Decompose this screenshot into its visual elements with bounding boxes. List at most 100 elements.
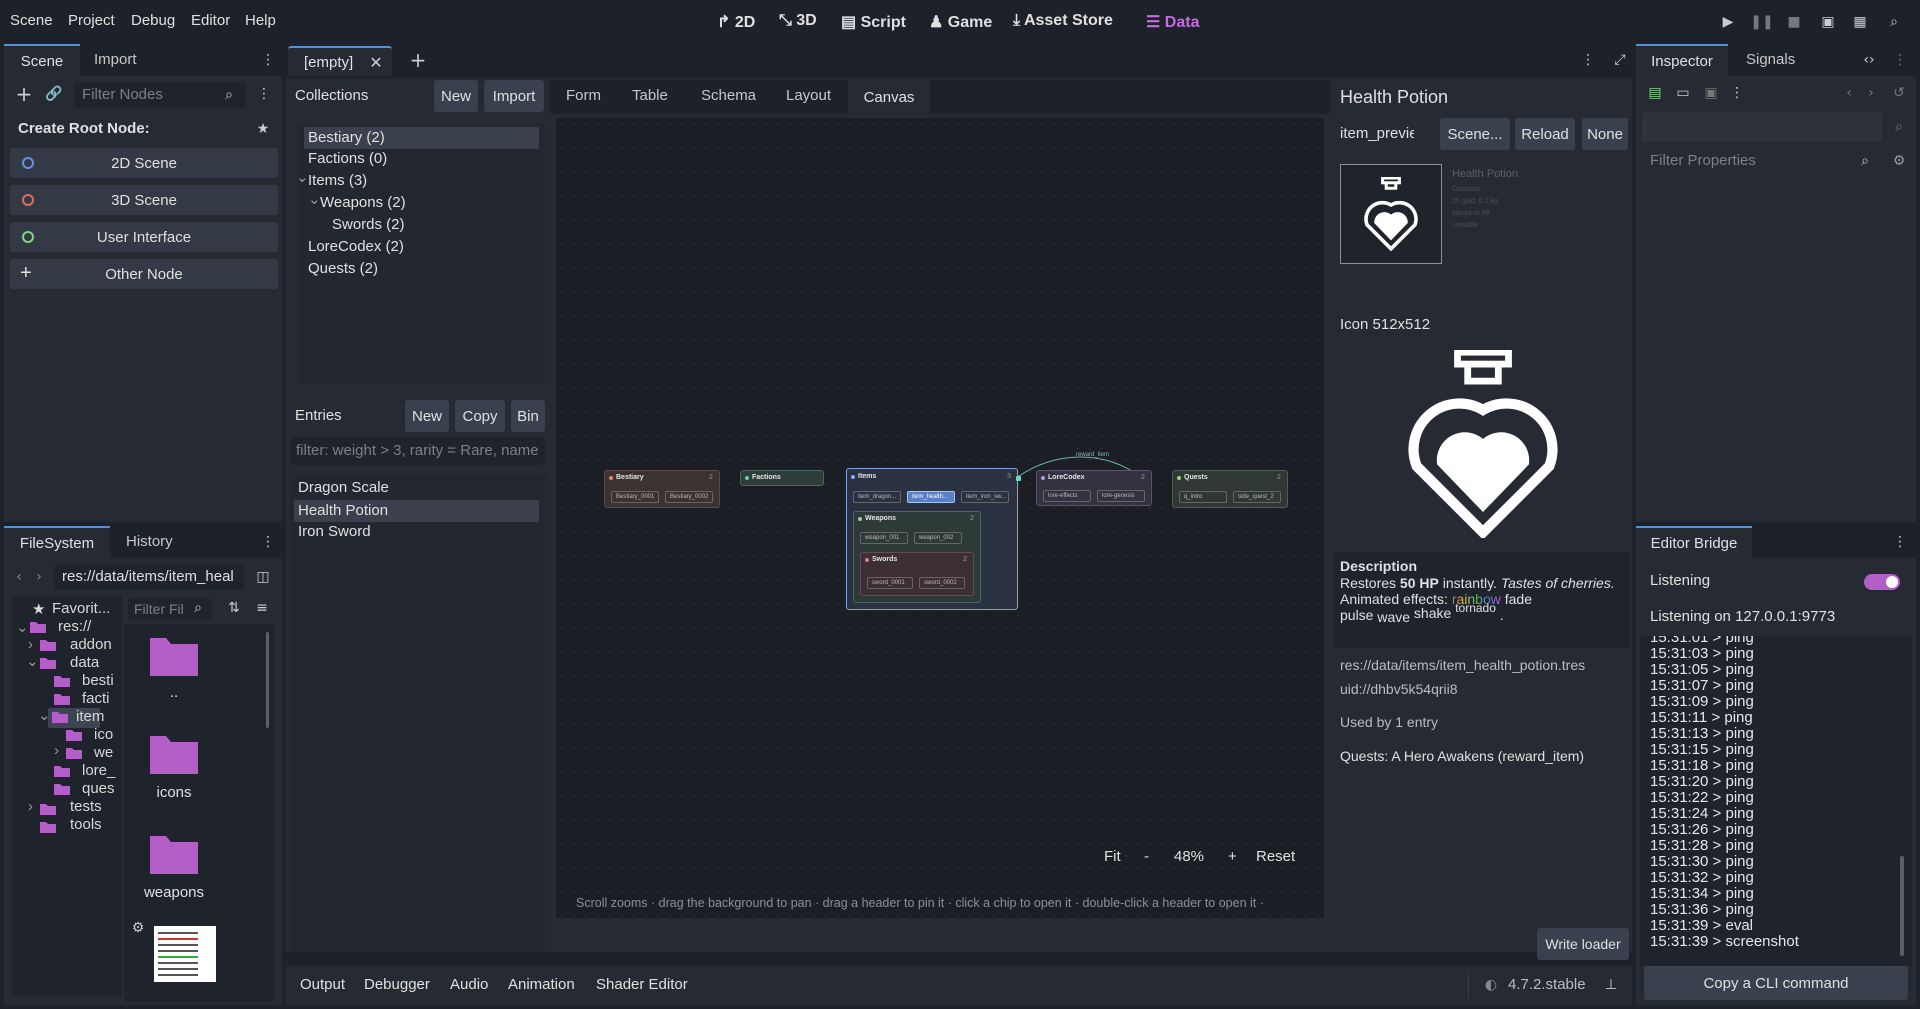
zoom-in-button[interactable]: +	[1228, 848, 1237, 865]
chip[interactable]: sword_0001	[867, 577, 913, 589]
fs-path-input[interactable]: res://data/items/item_heal	[54, 564, 244, 590]
fs-scrollbar[interactable]	[266, 632, 269, 728]
add-node-icon[interactable]: +	[14, 82, 34, 106]
grid-item-weapons[interactable]: weapons	[124, 820, 224, 910]
chip[interactable]: item_iron_sw...	[961, 491, 1009, 503]
list-view-icon[interactable]: ≡	[254, 600, 270, 616]
collection-factions[interactable]: Factions (0)	[308, 150, 387, 168]
node-factions[interactable]: Factions	[740, 470, 824, 486]
chip[interactable]: lore-effects	[1043, 490, 1091, 502]
pause-icon[interactable]: ❚❚	[1750, 12, 1773, 32]
tree-data[interactable]: data	[70, 654, 99, 671]
node-lorecodex[interactable]: LoreCodex 2 lore-effects lore-genesis	[1036, 470, 1152, 506]
grid-item-icons[interactable]: icons	[124, 720, 224, 810]
expand-icon[interactable]: ›	[28, 798, 33, 815]
collection-quests[interactable]: Quests (2)	[308, 260, 378, 278]
write-loader-button[interactable]: Write loader	[1537, 928, 1629, 960]
collection-swords[interactable]: Swords (2)	[332, 216, 405, 234]
listening-toggle[interactable]	[1864, 574, 1900, 590]
editor-tab-empty[interactable]: [empty] ✕	[288, 46, 392, 76]
tab-form[interactable]: Form	[566, 87, 601, 104]
chip[interactable]: q_intro	[1179, 491, 1227, 503]
tab-table[interactable]: Table	[632, 87, 668, 104]
menu-project[interactable]: Project	[68, 12, 115, 29]
tab-inspector[interactable]: Inspector	[1636, 44, 1728, 76]
expand-icon[interactable]: ⌄	[38, 706, 51, 724]
workspace-script[interactable]: ▤ Script	[841, 12, 906, 32]
dock-menu-icon[interactable]: ⋮	[1892, 532, 1908, 552]
node-quests[interactable]: Quests 2 q_intro side_quest_2	[1172, 470, 1288, 508]
expand-icon[interactable]: ⌄	[26, 652, 39, 670]
collection-bestiary[interactable]: Bestiary (2)	[304, 127, 539, 149]
reload-button[interactable]: Reload	[1515, 118, 1575, 150]
tree-lore[interactable]: lore_	[82, 762, 115, 779]
log-scrollbar[interactable]	[1900, 856, 1904, 956]
undo-history-icon[interactable]: ↺	[1890, 84, 1908, 102]
node-bestiary[interactable]: Bestiary 2 Bestiary_0001 Bestiary_0002	[604, 470, 720, 508]
3d-scene-button[interactable]: 3D Scene	[10, 185, 278, 215]
tree-addon[interactable]: addon	[70, 636, 112, 653]
chip[interactable]: Bestiary_0002	[665, 491, 713, 503]
chip[interactable]: lore-genesis	[1097, 490, 1145, 502]
node-items[interactable]: Items 3 item_dragon... item_health... it…	[846, 468, 1018, 610]
node-weapons[interactable]: Weapons 2 weapon_001 weapon_002 Swords 2…	[853, 511, 981, 603]
tree-tools[interactable]: tools	[70, 816, 102, 833]
dock-menu-icon[interactable]: ⋮	[260, 50, 276, 70]
copy-cli-command-button[interactable]: Copy a CLI command	[1644, 966, 1908, 1000]
chip[interactable]: Bestiary_0001	[611, 491, 659, 503]
tab-schema[interactable]: Schema	[701, 87, 756, 104]
tree-res[interactable]: res://	[58, 618, 91, 635]
tree-item[interactable]: item	[76, 708, 104, 725]
tab-shader-editor[interactable]: Shader Editor	[596, 976, 688, 993]
grid-item-parent[interactable]: ..	[124, 624, 224, 714]
chip-selected[interactable]: item_health...	[907, 491, 955, 503]
fs-menu-icon[interactable]: ⋮	[260, 532, 276, 552]
clapper-icon[interactable]: ▦	[1850, 12, 1870, 32]
menu-debug[interactable]: Debug	[131, 12, 175, 29]
sort-icon[interactable]: ⇅	[226, 600, 242, 616]
history-forward-icon[interactable]: ›	[1864, 84, 1878, 102]
play-icon[interactable]: ▶	[1718, 12, 1738, 32]
workspace-2d[interactable]: ↱ 2D	[717, 12, 755, 32]
copy-entry-button[interactable]: Copy	[455, 400, 505, 432]
tab-history[interactable]: History	[126, 533, 173, 550]
menu-scene[interactable]: Scene	[10, 12, 53, 29]
save-icon[interactable]: ▣	[1702, 84, 1720, 102]
entries-filter-input[interactable]: filter: weight > 3, rarity = Rare, name	[290, 437, 545, 465]
close-icon[interactable]: ✕	[368, 53, 384, 72]
pin-icon[interactable]: ⊥	[1604, 977, 1618, 993]
other-node-button[interactable]: + Other Node	[10, 259, 278, 289]
user-interface-button[interactable]: User Interface	[10, 222, 278, 252]
grid-item-thumbnail[interactable]	[154, 926, 216, 982]
chip[interactable]: sword_0002	[919, 577, 965, 589]
back-icon[interactable]: ‹	[12, 568, 26, 586]
tree-factions[interactable]: facti	[82, 690, 110, 707]
scene-button[interactable]: Scene...	[1440, 118, 1510, 150]
collection-items[interactable]: Items (3)	[308, 172, 367, 190]
tab-audio[interactable]: Audio	[450, 976, 488, 993]
expand-icon[interactable]: ⌄	[16, 618, 29, 636]
object-path-field[interactable]	[1642, 112, 1882, 142]
tab-scene[interactable]: Scene	[4, 44, 80, 76]
expand-icon[interactable]: ⌄	[308, 190, 321, 208]
new-entry-button[interactable]: New	[405, 400, 449, 432]
menu-editor[interactable]: Editor	[191, 12, 230, 29]
collection-lorecodex[interactable]: LoreCodex (2)	[308, 238, 404, 256]
tree-quests[interactable]: ques	[82, 780, 115, 797]
history-back-icon[interactable]: ‹	[1842, 84, 1856, 102]
2d-scene-button[interactable]: 2D Scene	[10, 148, 278, 178]
workspace-game[interactable]: ♟ Game	[929, 12, 992, 32]
filter-properties-input[interactable]: Filter Properties	[1642, 148, 1834, 174]
node-swords[interactable]: Swords 2 sword_0001 sword_0002	[860, 552, 974, 596]
workspace-data[interactable]: ☰ Data	[1146, 12, 1199, 32]
remote-debug-icon[interactable]: ⌕	[1884, 12, 1904, 32]
workspace-asset-store[interactable]: ⤓ Asset Store	[1013, 12, 1113, 30]
none-button[interactable]: None	[1582, 118, 1628, 150]
editor-menu-icon[interactable]: ⋮	[1580, 50, 1596, 70]
workspace-3d[interactable]: ⤡ 3D	[779, 12, 817, 30]
menu-help[interactable]: Help	[245, 12, 276, 29]
tab-signals[interactable]: Signals	[1746, 51, 1795, 68]
dock-menu-icon[interactable]: ⋮	[1892, 50, 1908, 70]
tree-favorites[interactable]: Favorit...	[52, 600, 110, 617]
expand-icon[interactable]: ›	[54, 742, 59, 759]
